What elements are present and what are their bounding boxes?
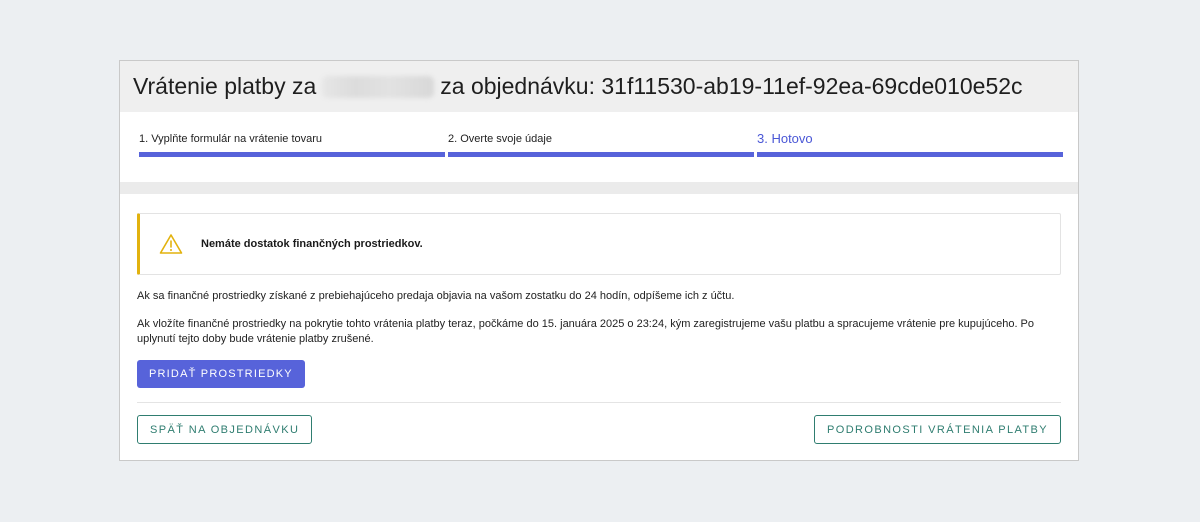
insufficient-funds-alert: Nemáte dostatok finančných prostriedkov.	[137, 213, 1061, 275]
redacted-username	[322, 75, 435, 98]
title-prefix: Vrátenie platby za	[133, 73, 317, 99]
info-paragraph-1: Ak sa finančné prostriedky získané z pre…	[137, 290, 735, 302]
info-paragraph-2: Ak vložíte finančné prostriedky na pokry…	[137, 318, 1035, 345]
section-separator	[120, 182, 1078, 194]
refund-details-button[interactable]: PODROBNOSTI VRÁTENIA PLATBY	[814, 415, 1061, 444]
back-to-order-button[interactable]: SPÄŤ NA OBJEDNÁVKU	[137, 415, 313, 444]
refund-panel: Vrátenie platby za za objednávku: 31f115…	[119, 60, 1079, 461]
step-2-bar	[448, 152, 754, 157]
step-2-label: 2. Overte svoje údaje	[448, 133, 552, 145]
main-content: Nemáte dostatok finančných prostriedkov.…	[120, 213, 1078, 453]
step-3-bar	[757, 152, 1063, 157]
footer-actions: SPÄŤ NA OBJEDNÁVKU PODROBNOSTI VRÁTENIA …	[137, 403, 1061, 453]
warning-triangle-icon	[159, 234, 183, 254]
step-1-label: 1. Vyplňte formulár na vrátenie tovaru	[139, 133, 323, 145]
step-3-label: 3. Hotovo	[757, 131, 813, 146]
title-suffix: za objednávku: 31f11530-ab19-11ef-92ea-6…	[440, 73, 1023, 99]
add-funds-button[interactable]: PRIDAŤ PROSTRIEDKY	[137, 360, 305, 388]
progress-steps: 1. Vyplňte formulár na vrátenie tovaru 2…	[120, 112, 1078, 182]
step-1-bar	[139, 152, 445, 157]
page-title: Vrátenie platby za za objednávku: 31f115…	[120, 61, 1078, 112]
alert-message: Nemáte dostatok finančných prostriedkov.	[201, 238, 423, 250]
